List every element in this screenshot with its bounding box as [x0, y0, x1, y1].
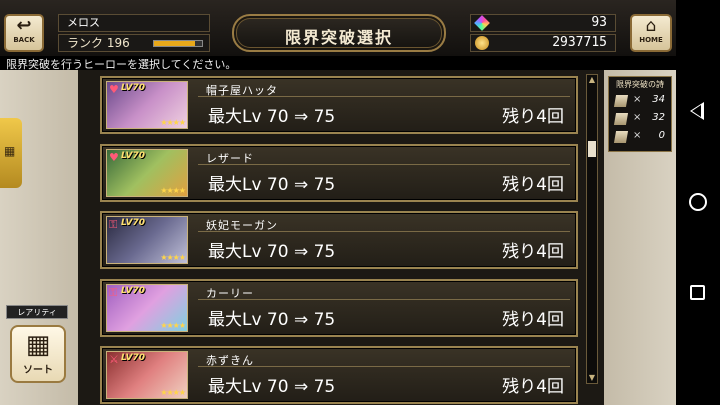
rarity-label: レアリティ — [6, 305, 68, 319]
rarity-stars: ★★★★ — [160, 253, 186, 262]
stones-title: 限界突破の詩 — [616, 80, 664, 89]
max-level-text: 最大Lv 70 ⇒ 75 — [208, 310, 336, 330]
scroll-icon — [613, 131, 629, 143]
max-level-text: 最大Lv 70 ⇒ 75 — [208, 175, 336, 195]
rank-progress-fill — [154, 41, 195, 46]
rarity-stars: ★★★★ — [160, 118, 186, 127]
home-label: HOME — [639, 36, 663, 44]
nav-recent-icon[interactable] — [690, 285, 705, 300]
hero-portrait: ⚔ LV70 ★★★★ — [106, 351, 188, 399]
scrollbar[interactable]: ▲ ▼ — [586, 74, 598, 384]
divider — [198, 366, 570, 367]
heart-icon: ♥ — [109, 151, 119, 164]
level-badge: LV70 — [121, 353, 145, 363]
left-panel: ▦ レアリティ ▦ ソート — [0, 70, 78, 405]
times-icon: × — [633, 130, 642, 141]
max-level-text: 最大Lv 70 ⇒ 75 — [208, 107, 336, 127]
stone-count: 34 — [652, 94, 665, 105]
gold-counter: 2937715 — [470, 34, 616, 52]
nav-home-icon[interactable] — [689, 193, 707, 211]
remaining-count: 残り4回 — [502, 175, 564, 195]
gem-value: 93 — [591, 15, 607, 30]
limit-break-stones: 限界突破の詩 × 34 × 32 × 0 — [608, 76, 672, 152]
player-info: メロス ランク 196 — [58, 14, 210, 54]
stone-row: × 32 — [611, 110, 669, 128]
times-icon: × — [633, 112, 642, 123]
hero-row[interactable]: ⚿ LV70 ★★★★ カーリー 最大Lv 70 ⇒ 75 残り4回 — [100, 279, 578, 337]
stone-row: × 34 — [611, 92, 669, 110]
gem-counter: 93 — [470, 14, 616, 32]
stone-count: 0 — [658, 130, 665, 141]
sword-icon: ⚔ — [109, 353, 119, 366]
rarity-stars: ★★★★ — [160, 186, 186, 195]
scroll-thumb[interactable] — [588, 141, 596, 157]
scroll-icon — [613, 113, 629, 125]
player-name: メロス — [58, 14, 210, 32]
sort-label: ソート — [23, 365, 53, 376]
rank-label: ランク — [67, 36, 104, 50]
level-badge: LV70 — [121, 218, 145, 228]
home-button[interactable]: ⌂ HOME — [630, 14, 672, 52]
scroll-icon — [613, 95, 629, 107]
divider — [198, 299, 570, 300]
rarity-stars: ★★★★ — [160, 388, 186, 397]
side-tab[interactable]: ▦ — [0, 118, 22, 188]
hero-portrait: ♥ LV70 ★★★★ — [106, 81, 188, 129]
max-level-text: 最大Lv 70 ⇒ 75 — [208, 242, 336, 262]
max-level-text: 最大Lv 70 ⇒ 75 — [208, 377, 336, 397]
remaining-count: 残り4回 — [502, 107, 564, 127]
hero-row[interactable]: ⚿ LV70 ★★★★ 妖妃モーガン 最大Lv 70 ⇒ 75 残り4回 — [100, 211, 578, 269]
times-icon: × — [633, 94, 642, 105]
grid-icon: ▦ — [4, 144, 16, 158]
remaining-count: 残り4回 — [502, 310, 564, 330]
level-badge: LV70 — [121, 83, 145, 93]
gem-icon — [474, 15, 490, 31]
stone-count: 32 — [652, 112, 665, 123]
remaining-count: 残り4回 — [502, 242, 564, 262]
android-nav-bar — [676, 0, 720, 405]
stone-row: × 0 — [611, 128, 669, 146]
scroll-down-icon[interactable]: ▼ — [587, 373, 597, 383]
remaining-count: 残り4回 — [502, 377, 564, 397]
rank-progress-bar — [153, 40, 203, 47]
level-badge: LV70 — [121, 286, 145, 296]
home-icon: ⌂ — [645, 16, 657, 36]
rank-row: ランク 196 — [58, 34, 210, 52]
hero-portrait: ♥ LV70 ★★★★ — [106, 149, 188, 197]
hero-row[interactable]: ♥ LV70 ★★★★ 帽子屋ハッタ 最大Lv 70 ⇒ 75 残り4回 — [100, 76, 578, 134]
coin-icon — [475, 36, 489, 50]
rank-value: 196 — [106, 36, 130, 50]
hero-row[interactable]: ⚔ LV70 ★★★★ 赤ずきん 最大Lv 70 ⇒ 75 残り4回 — [100, 346, 578, 404]
top-bar: ↩ BACK メロス ランク 196 限界突破選択 93 2937715 ⌂ H… — [0, 0, 676, 56]
key-icon: ⚿ — [109, 286, 118, 299]
back-button[interactable]: ↩ BACK — [4, 14, 44, 52]
title-frame: 限界突破選択 — [232, 14, 446, 52]
rarity-stars: ★★★★ — [160, 321, 186, 330]
gold-value: 2937715 — [552, 35, 607, 50]
heart-icon: ♥ — [109, 83, 119, 96]
divider — [198, 96, 570, 97]
nav-back-icon-inner — [692, 105, 701, 117]
grid-icon: ▦ — [25, 330, 51, 360]
back-label: BACK — [13, 36, 35, 44]
page-title: 限界突破選択 — [284, 28, 393, 47]
scroll-up-icon[interactable]: ▲ — [587, 75, 597, 85]
right-panel: 限界突破の詩 × 34 × 32 × 0 — [604, 70, 676, 405]
divider — [198, 231, 570, 232]
sort-button[interactable]: ▦ ソート — [10, 325, 66, 383]
divider — [198, 164, 570, 165]
back-arrow-icon: ↩ — [16, 15, 32, 36]
level-badge: LV70 — [121, 151, 145, 161]
hero-row[interactable]: ♥ LV70 ★★★★ レザード 最大Lv 70 ⇒ 75 残り4回 — [100, 144, 578, 202]
hero-portrait: ⚿ LV70 ★★★★ — [106, 216, 188, 264]
key-icon: ⚿ — [109, 218, 118, 231]
hero-portrait: ⚿ LV70 ★★★★ — [106, 284, 188, 332]
